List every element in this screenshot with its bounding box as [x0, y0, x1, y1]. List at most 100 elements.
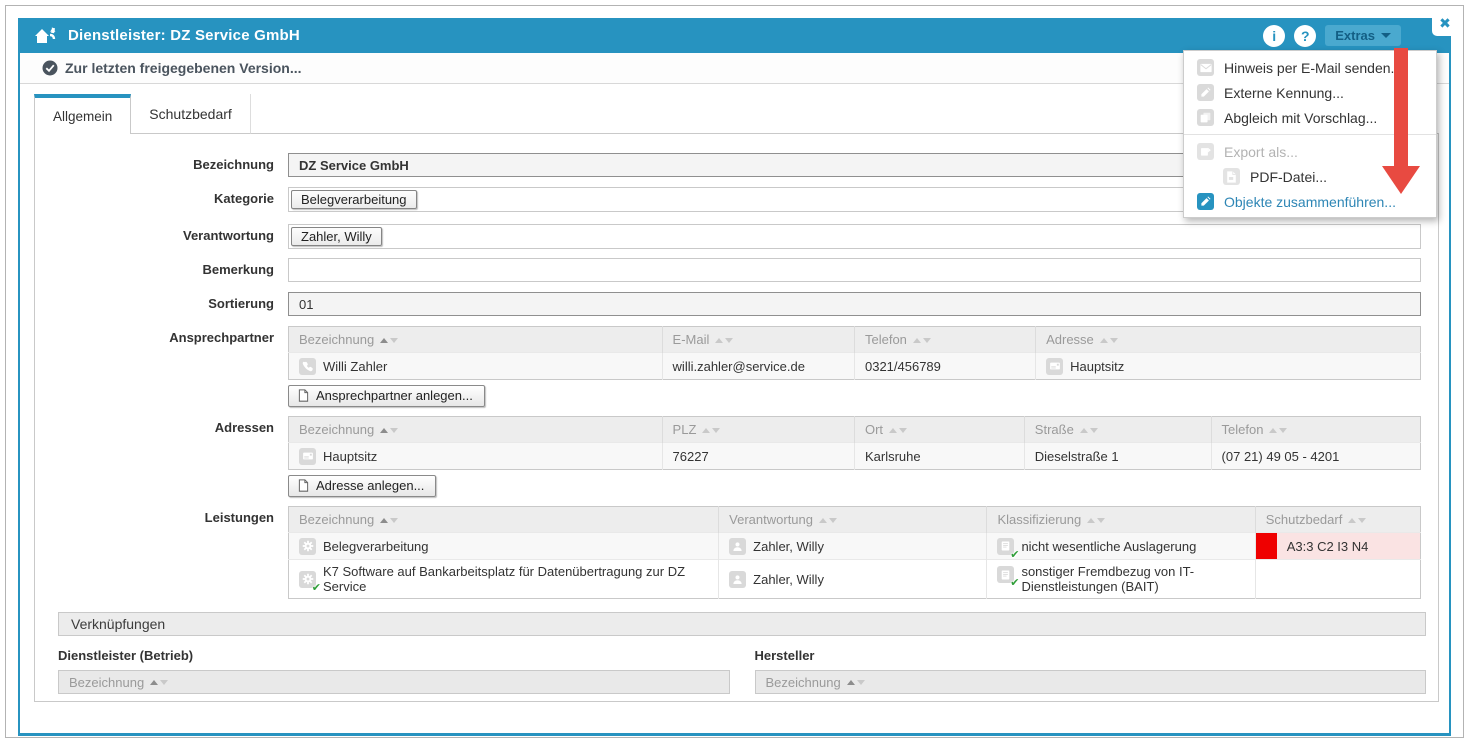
column-header[interactable]: Straße — [1024, 417, 1211, 443]
tab-content-allgemein: Bezeichnung DZ Service GmbH Kategorie Be… — [34, 133, 1439, 702]
service-provider-house-icon — [34, 26, 58, 46]
adressen-label: Adressen — [35, 416, 288, 435]
contact-phone-icon — [299, 358, 316, 375]
dienstleister-betrieb-label: Dienstleister (Betrieb) — [58, 648, 730, 663]
bemerkung-field[interactable] — [288, 258, 1421, 282]
green-check-icon: ✔ — [1010, 548, 1019, 561]
window-title: Dienstleister: DZ Service GmbH — [68, 27, 300, 44]
bezeichnung-label: Bezeichnung — [35, 153, 288, 172]
menu-item-objekte-zusammenfuehren[interactable]: Objekte zusammenführen... — [1184, 189, 1436, 214]
menu-item-pdf-datei[interactable]: PDF-Datei... — [1184, 164, 1436, 189]
hersteller-label: Hersteller — [755, 648, 1427, 663]
sortierung-field[interactable]: 01 — [288, 292, 1421, 316]
menu-separator — [1184, 134, 1436, 135]
copy-icon — [1197, 109, 1214, 126]
column-header[interactable]: PLZ — [662, 417, 854, 443]
export-icon — [1197, 143, 1214, 160]
green-check-icon: ✔ — [312, 581, 321, 594]
chevron-down-icon — [1381, 33, 1391, 38]
pdf-icon — [1223, 168, 1240, 185]
sort-icon — [1348, 518, 1366, 523]
extras-button[interactable]: Extras — [1325, 25, 1401, 46]
sort-icon — [380, 518, 398, 523]
classification-note-icon: ✔ — [997, 538, 1014, 555]
sort-icon — [715, 338, 733, 343]
person-icon — [729, 538, 746, 555]
table-row[interactable]: Hauptsitz 76227 Karlsruhe Dieselstraße 1… — [289, 443, 1421, 470]
column-header[interactable]: Bezeichnung — [289, 507, 719, 533]
tab-allgemein[interactable]: Allgemein — [34, 94, 131, 134]
sort-icon — [1100, 338, 1118, 343]
column-header[interactable]: Klassifizierung — [987, 507, 1255, 533]
address-icon — [299, 448, 316, 465]
sort-icon — [847, 680, 865, 685]
kategorie-chip[interactable]: Belegverarbeitung — [291, 190, 417, 209]
help-icon[interactable]: ? — [1294, 25, 1316, 47]
add-adresse-button[interactable]: Adresse anlegen... — [288, 475, 436, 497]
ansprechpartner-table: Bezeichnung E-Mail Telefon Adresse Willi… — [288, 326, 1421, 380]
table-row[interactable]: ✔ K7 Software auf Bankarbeitsplatz für D… — [289, 560, 1421, 599]
sort-icon — [1087, 518, 1105, 523]
edit-icon — [1197, 84, 1214, 101]
check-circle-icon — [42, 60, 58, 76]
last-released-version-link[interactable]: Zur letzten freigegebenen Version... — [65, 60, 302, 76]
verantwortung-chip[interactable]: Zahler, Willy — [291, 227, 382, 246]
adressen-table: Bezeichnung PLZ Ort Straße Telefon Haupt… — [288, 416, 1421, 470]
person-icon — [729, 571, 746, 588]
column-header[interactable]: Schutzbedarf — [1255, 507, 1420, 533]
column-header[interactable]: Verantwortung — [719, 507, 987, 533]
schutzbedarf-cell: A3:3 C2 I3 N4 — [1255, 533, 1420, 560]
info-icon[interactable]: i — [1263, 25, 1285, 47]
menu-item-hinweis-email[interactable]: Hinweis per E-Mail senden... — [1184, 55, 1436, 80]
sort-icon — [1269, 428, 1287, 433]
envelope-icon — [1197, 59, 1214, 76]
column-header[interactable]: Telefon — [854, 327, 1035, 353]
hersteller-section: Hersteller Bezeichnung — [755, 648, 1427, 694]
kategorie-label: Kategorie — [35, 187, 288, 206]
sort-icon — [150, 680, 168, 685]
table-row[interactable]: Belegverarbeitung Zahler, Willy ✔ ni — [289, 533, 1421, 560]
service-gear-icon — [299, 538, 316, 555]
dienstleister-betrieb-table-header[interactable]: Bezeichnung — [58, 670, 730, 694]
sort-icon — [819, 518, 837, 523]
sort-icon — [1080, 428, 1098, 433]
column-header[interactable]: Ort — [854, 417, 1024, 443]
ansprechpartner-label: Ansprechpartner — [35, 326, 288, 345]
bemerkung-label: Bemerkung — [35, 258, 288, 277]
classification-note-icon: ✔ — [997, 566, 1014, 583]
close-icon[interactable]: ✖ — [1432, 10, 1458, 36]
new-page-icon — [298, 479, 309, 492]
table-row[interactable]: Willi Zahler willi.zahler@service.de 032… — [289, 353, 1421, 380]
sort-icon — [913, 338, 931, 343]
green-check-icon: ✔ — [1010, 576, 1019, 589]
sort-icon — [380, 428, 398, 433]
verantwortung-field[interactable]: Zahler, Willy — [288, 224, 1421, 249]
titlebar: Dienstleister: DZ Service GmbH i ? Extra… — [20, 18, 1449, 53]
dienstleister-betrieb-section: Dienstleister (Betrieb) Bezeichnung — [58, 648, 730, 694]
hersteller-table-header[interactable]: Bezeichnung — [755, 670, 1427, 694]
verknuepfungen-header: Verknüpfungen — [58, 612, 1426, 636]
sort-icon — [380, 338, 398, 343]
tab-schutzbedarf[interactable]: Schutzbedarf — [131, 94, 251, 134]
merge-icon — [1197, 193, 1214, 210]
sortierung-label: Sortierung — [35, 292, 288, 311]
sort-icon — [889, 428, 907, 433]
address-icon — [1046, 358, 1063, 375]
sort-icon — [702, 428, 720, 433]
column-header[interactable]: Telefon — [1211, 417, 1420, 443]
new-page-icon — [298, 389, 309, 402]
column-header[interactable]: Adresse — [1036, 327, 1421, 353]
column-header[interactable]: Bezeichnung — [289, 417, 663, 443]
extras-dropdown-menu: Hinweis per E-Mail senden... Externe Ken… — [1183, 50, 1437, 218]
menu-item-abgleich-vorschlag[interactable]: Abgleich mit Vorschlag... — [1184, 105, 1436, 130]
menu-item-export-als: Export als... — [1184, 139, 1436, 164]
column-header[interactable]: Bezeichnung — [289, 327, 663, 353]
column-header[interactable]: E-Mail — [662, 327, 854, 353]
menu-item-externe-kennung[interactable]: Externe Kennung... — [1184, 80, 1436, 105]
leistungen-label: Leistungen — [35, 506, 288, 525]
service-gear-icon: ✔ — [299, 571, 316, 588]
risk-red-block-icon — [1256, 533, 1277, 559]
verantwortung-label: Verantwortung — [35, 224, 288, 243]
add-ansprechpartner-button[interactable]: Ansprechpartner anlegen... — [288, 385, 485, 407]
leistungen-table: Bezeichnung Verantwortung Klassifizierun… — [288, 506, 1421, 599]
